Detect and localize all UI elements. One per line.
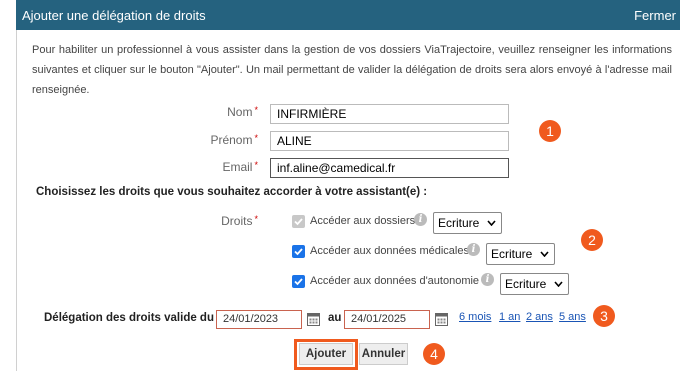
calendar-icon[interactable] [307,312,320,326]
rights-checkbox-medicales[interactable] [292,245,305,258]
rights-checkbox-autonomie[interactable] [292,275,305,288]
calendar-icon[interactable] [435,312,448,326]
checkmark-icon [294,248,303,256]
rights-select-medicales[interactable]: Ecriture [486,243,555,265]
required-mark: * [254,133,258,143]
validity-from-input[interactable]: 24/01/2023 [216,310,302,329]
validity-label: Délégation des droits valide du [44,312,214,324]
dialog-titlebar: Ajouter une délégation de droits Fermer [16,0,680,30]
rights-label-text: Droits [221,214,253,228]
info-icon[interactable]: i [481,273,494,286]
chevron-down-icon [554,281,563,287]
step-badge-2: 2 [581,229,603,251]
add-button[interactable]: Ajouter [299,343,353,365]
info-icon[interactable]: i [467,243,480,256]
nom-label: Nom * [180,105,258,119]
required-mark: * [254,105,258,115]
email-input[interactable] [270,158,509,178]
close-button[interactable]: Fermer [634,8,676,23]
rights-select-value: Ecriture [505,277,547,291]
chevron-down-icon [487,220,496,226]
prenom-input[interactable] [270,131,509,151]
rights-select-dossiers[interactable]: Ecriture [433,212,502,234]
validity-to-label: au [328,312,342,324]
email-label-text: Email [222,160,253,174]
rights-heading: Choisissez les droits que vous souhaitez… [36,186,428,198]
required-mark: * [254,160,258,170]
step-badge-3: 3 [593,305,615,327]
rights-label-dossiers: Accéder aux dossiers [310,215,416,227]
step-badge-1: 1 [539,120,561,142]
dialog-title: Ajouter une délégation de droits [22,8,206,23]
validity-to-input[interactable]: 24/01/2025 [344,310,430,329]
info-icon[interactable]: i [414,213,427,226]
rights-label-medicales: Accéder aux données médicales [310,245,469,257]
shortcut-6-mois[interactable]: 6 mois [459,311,491,323]
rights-label: Droits * [190,214,258,228]
rights-select-autonomie[interactable]: Ecriture [500,273,569,295]
checkmark-icon [294,278,303,286]
chevron-down-icon [540,251,549,257]
rights-label-autonomie: Accéder aux données d'autonomie [310,275,480,287]
shortcut-1-an[interactable]: 1 an [499,311,520,323]
prenom-label-text: Prénom [210,133,253,147]
nom-label-text: Nom [227,105,253,119]
shortcut-2-ans[interactable]: 2 ans [526,311,553,323]
cancel-button[interactable]: Annuler [359,343,408,365]
email-label: Email * [180,160,258,174]
prenom-label: Prénom * [180,133,258,147]
rights-select-value: Ecriture [438,216,480,230]
nom-input[interactable] [270,104,509,124]
checkmark-icon [294,218,303,226]
step-badge-4: 4 [423,343,445,365]
shortcut-5-ans[interactable]: 5 ans [559,311,586,323]
rights-checkbox-dossiers [292,215,305,228]
required-mark: * [254,214,258,224]
rights-select-value: Ecriture [491,247,533,261]
intro-text: Pour habiliter un professionnel à vous a… [32,44,672,96]
dialog-border [16,30,17,371]
